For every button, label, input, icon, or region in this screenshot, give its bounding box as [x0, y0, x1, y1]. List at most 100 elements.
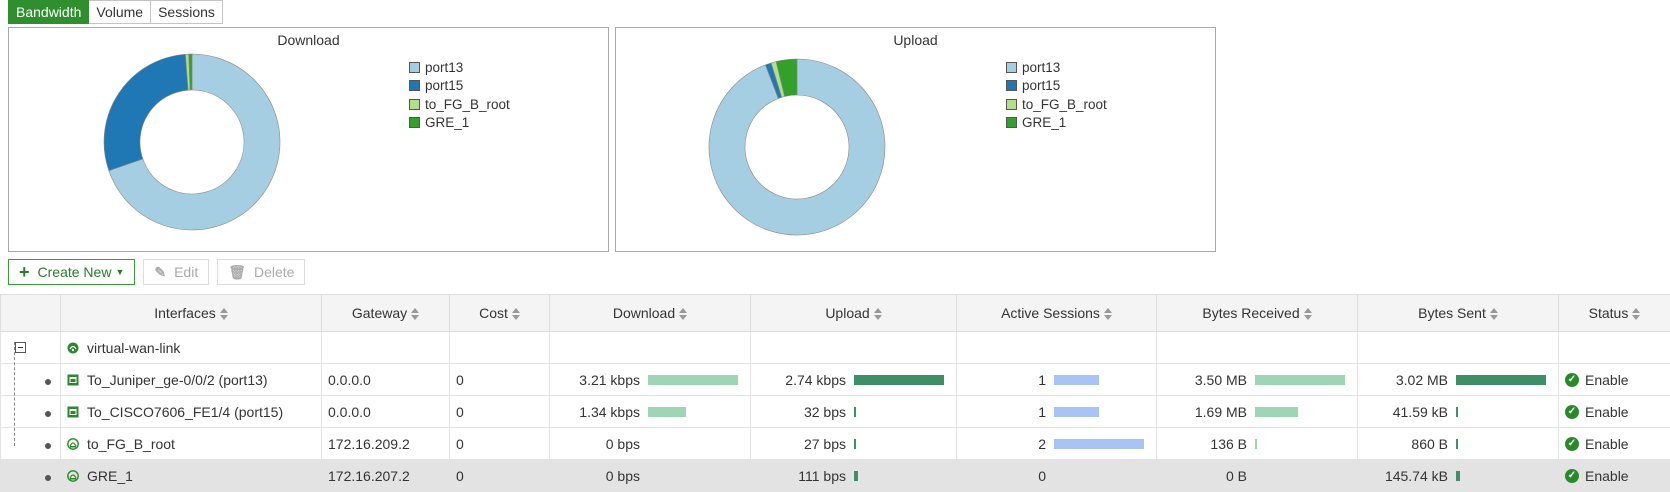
donut-slice-port15[interactable]	[104, 54, 188, 170]
header-label: Gateway	[352, 305, 407, 321]
legend-swatch	[1006, 80, 1017, 91]
tab-bandwidth[interactable]: Bandwidth	[8, 0, 89, 24]
check-circle-icon: ✓	[1565, 373, 1579, 387]
sort-icon[interactable]	[874, 308, 882, 320]
legend-item[interactable]: to_FG_B_root	[1006, 95, 1107, 114]
empty-cell	[1157, 332, 1358, 364]
tab-volume[interactable]: Volume	[89, 0, 151, 24]
status-cell: ✓ Enable	[1559, 396, 1670, 428]
tree-node-dot	[45, 443, 51, 449]
column-header-upload[interactable]: Upload	[751, 295, 957, 332]
column-header-cost[interactable]: Cost	[450, 295, 550, 332]
check-circle-icon: ✓	[1565, 469, 1579, 483]
bar-track	[1054, 471, 1150, 481]
interface-name: To_Juniper_ge-0/0/2 (port13)	[87, 372, 268, 388]
edit-button[interactable]: ✎ Edit	[143, 259, 209, 285]
upload-cell: 32 bps	[751, 396, 957, 428]
gateway-value: 172.16.207.2	[328, 468, 410, 484]
legend-label: port15	[1022, 78, 1060, 93]
column-header-gateway[interactable]: Gateway	[322, 295, 450, 332]
download-cell: 3.21 kbps	[550, 364, 751, 396]
value-bar	[1054, 439, 1144, 449]
legend-item[interactable]: to_FG_B_root	[409, 95, 510, 114]
cost-value: 0	[456, 436, 464, 452]
sort-icon[interactable]	[512, 308, 520, 320]
legend-item[interactable]: GRE_1	[409, 114, 510, 133]
value-bar	[854, 471, 858, 481]
upload-value: 2.74 kbps	[785, 372, 846, 388]
create-new-button[interactable]: + Create New ▼	[8, 259, 135, 285]
cost-cell: 0	[450, 428, 550, 460]
delete-button[interactable]: 🗑 Delete	[217, 259, 305, 285]
gateway-cell: 0.0.0.0	[322, 364, 450, 396]
download-donut-chart	[9, 28, 608, 251]
column-header-active-sessions[interactable]: Active Sessions	[957, 295, 1157, 332]
sessions-cell: 1	[957, 364, 1157, 396]
sessions-value: 1	[1038, 372, 1046, 388]
sort-icon[interactable]	[1632, 308, 1640, 320]
column-header-status[interactable]: Status	[1559, 295, 1670, 332]
sort-icon[interactable]	[1304, 308, 1312, 320]
gateway-value: 172.16.209.2	[328, 436, 410, 452]
tab-sessions[interactable]: Sessions	[151, 0, 223, 24]
bar-track	[854, 407, 950, 417]
plus-icon: +	[19, 262, 30, 283]
legend-item[interactable]: port15	[1006, 77, 1107, 96]
sort-icon[interactable]	[1490, 308, 1498, 320]
tree-connector	[14, 342, 15, 446]
tree-cell	[1, 364, 61, 396]
download-cell: 0 bps	[550, 460, 751, 492]
collapse-icon[interactable]	[15, 342, 26, 353]
sort-icon[interactable]	[411, 308, 419, 320]
bar-track	[1255, 439, 1351, 449]
table-row[interactable]: To_CISCO7606_FE1/4 (port15)0.0.0.001.34 …	[1, 396, 1670, 428]
bar-track	[1054, 439, 1150, 449]
table-row[interactable]: To_Juniper_ge-0/0/2 (port13) 0.0.0.0 0 3.21…	[1, 364, 1670, 396]
table-header-row: Interfaces Gateway Cost Download Upload …	[1, 295, 1670, 332]
legend-item[interactable]: GRE_1	[1006, 114, 1107, 133]
empty-cell	[322, 332, 450, 364]
bytes_sent-value: 3.02 MB	[1396, 372, 1448, 388]
legend-item[interactable]: port13	[409, 58, 510, 77]
upload-value: 27 bps	[804, 436, 846, 452]
trash-icon: 🗑	[228, 264, 246, 281]
table-row[interactable]: to_FG_B_root172.16.209.200 bps27 bps2136…	[1, 428, 1670, 460]
value-bar	[648, 407, 686, 417]
check-circle-icon: ✓	[1565, 405, 1579, 419]
bytes_received-value: 136 B	[1210, 436, 1247, 452]
upload-value: 111 bps	[798, 468, 846, 484]
cost-value: 0	[456, 372, 464, 388]
sessions-cell: 0	[957, 460, 1157, 492]
table-row[interactable]: GRE_1172.16.207.200 bps111 bps00 B145.74…	[1, 460, 1670, 492]
bar-track	[1456, 439, 1552, 449]
cost-value: 0	[456, 468, 464, 484]
column-header-bytes-sent[interactable]: Bytes Sent	[1358, 295, 1559, 332]
sessions-value: 1	[1038, 404, 1046, 420]
value-bar	[648, 375, 738, 385]
sort-icon[interactable]	[679, 308, 687, 320]
status-value: Enable	[1585, 372, 1629, 388]
bar-track	[1255, 407, 1351, 417]
bar-track	[1456, 407, 1552, 417]
column-header-download[interactable]: Download	[550, 295, 751, 332]
sort-icon[interactable]	[1104, 308, 1112, 320]
legend-item[interactable]: port13	[1006, 58, 1107, 77]
download-cell: 0 bps	[550, 428, 751, 460]
group-row[interactable]: virtual-wan-link	[1, 332, 1670, 364]
empty-cell	[1358, 332, 1559, 364]
sort-icon[interactable]	[220, 308, 228, 320]
interface-name: GRE_1	[87, 468, 133, 484]
value-bar	[1255, 439, 1257, 449]
cost-cell: 0	[450, 396, 550, 428]
upload-value: 32 bps	[804, 404, 846, 420]
column-header-interfaces[interactable]: Interfaces	[61, 295, 322, 332]
interface-cell: to_FG_B_root	[61, 428, 322, 460]
status-cell: ✓Enable	[1559, 428, 1670, 460]
status-value: Enable	[1585, 404, 1629, 420]
column-header-bytes-received[interactable]: Bytes Received	[1157, 295, 1358, 332]
legend-swatch	[1006, 99, 1017, 110]
bytes_sent-value: 41.59 kB	[1393, 404, 1448, 420]
legend-item[interactable]: port15	[409, 77, 510, 96]
empty-cell	[957, 332, 1157, 364]
bytes-sent-cell: 3.02 MB	[1358, 364, 1559, 396]
